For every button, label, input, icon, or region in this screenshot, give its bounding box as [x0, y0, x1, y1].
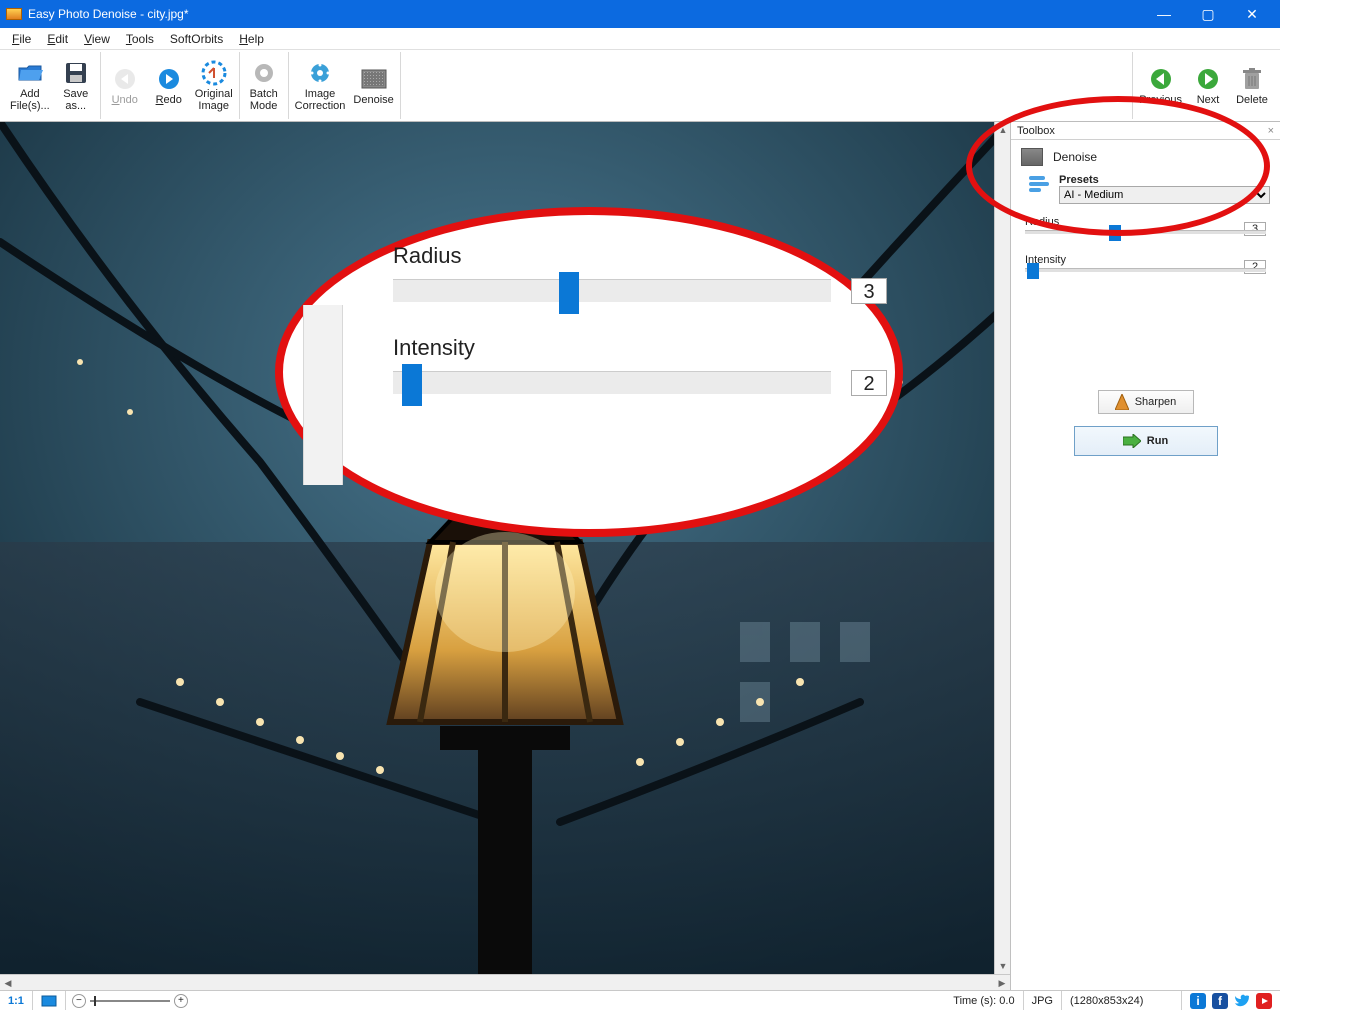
zoom-intensity-slider: 2 [393, 371, 831, 395]
status-format: JPG [1024, 991, 1062, 1010]
menu-file[interactable]: File [4, 30, 39, 48]
app-icon [6, 8, 22, 20]
maximize-button[interactable]: ▢ [1186, 0, 1230, 28]
statusbar: 1:1 − + Time (s): 0.0 JPG (1280x853x24) … [0, 990, 1280, 1010]
scroll-down-icon[interactable]: ▼ [995, 958, 1010, 974]
toolbox-title-bar: Toolbox × [1011, 122, 1280, 140]
main-area: Radius 3 Intensity 2 ▲ ▼ ◀ ▶ Toolbox [0, 122, 1280, 990]
zoom-out-button[interactable]: − [72, 994, 86, 1008]
social-links: i f [1182, 993, 1280, 1009]
sharpen-button[interactable]: Sharpen [1098, 390, 1194, 414]
intensity-slider[interactable] [1025, 268, 1266, 272]
redo-icon [156, 66, 182, 92]
fit-screen-icon [41, 995, 57, 1007]
save-icon [63, 60, 89, 86]
menubar: File Edit View Tools SoftOrbits Help [0, 28, 1280, 50]
fit-screen-button[interactable] [33, 991, 66, 1010]
horizontal-scrollbar[interactable]: ◀ ▶ [0, 974, 1010, 990]
zoom-track[interactable] [90, 1000, 170, 1002]
run-arrow-icon [1123, 434, 1141, 448]
image-correction-button[interactable]: Image Correction [291, 52, 350, 119]
denoise-icon [361, 66, 387, 92]
zoom-radius-label: Radius [393, 243, 831, 269]
sparkle-icon [307, 60, 333, 86]
facebook-icon[interactable]: f [1212, 993, 1228, 1009]
trash-icon [1239, 66, 1265, 92]
arrow-right-icon [1195, 66, 1221, 92]
presets-label: Presets [1059, 174, 1270, 186]
denoise-section-label: Denoise [1053, 150, 1097, 164]
zoom-intensity-label: Intensity [393, 335, 831, 361]
original-image-button[interactable]: Original Image [191, 52, 237, 119]
menu-tools[interactable]: Tools [118, 30, 162, 48]
save-as-button[interactable]: Save as... [54, 52, 98, 119]
twitter-icon[interactable] [1234, 993, 1250, 1009]
undo-button[interactable]: Undo [103, 52, 147, 119]
add-files-button[interactable]: Add File(s)... [6, 52, 54, 119]
toolbox-panel: Toolbox × Denoise Presets AI - Medium Ra… [1010, 122, 1280, 990]
undo-icon [112, 66, 138, 92]
presets-icon [1029, 176, 1051, 194]
toolbox-title: Toolbox [1017, 125, 1055, 137]
delete-button[interactable]: Delete [1230, 52, 1274, 119]
intensity-label: Intensity [1025, 254, 1266, 266]
menu-view[interactable]: View [76, 30, 118, 48]
status-time: Time (s): 0.0 [945, 991, 1023, 1010]
batch-mode-button[interactable]: Batch Mode [242, 52, 286, 119]
denoise-button[interactable]: Denoise [349, 52, 397, 119]
info-icon[interactable]: i [1190, 993, 1206, 1009]
next-button[interactable]: Next [1186, 52, 1230, 119]
zoom-in-button[interactable]: + [174, 994, 188, 1008]
menu-edit[interactable]: Edit [39, 30, 76, 48]
radius-slider[interactable] [1025, 230, 1266, 234]
original-image-icon [201, 60, 227, 86]
window-title: Easy Photo Denoise - city.jpg* [28, 7, 189, 21]
zoom-slider-control[interactable]: − + [66, 994, 194, 1008]
menu-softorbits[interactable]: SoftOrbits [162, 30, 231, 48]
zoom-radius-slider: 3 [393, 279, 831, 303]
titlebar: Easy Photo Denoise - city.jpg* — ▢ ✕ [0, 0, 1280, 28]
minimize-button[interactable]: — [1142, 0, 1186, 28]
gear-icon [251, 60, 277, 86]
close-button[interactable]: ✕ [1230, 0, 1274, 28]
annotation-zoom-bubble: Radius 3 Intensity 2 [275, 207, 903, 537]
presets-select[interactable]: AI - Medium [1059, 186, 1270, 204]
zoom-ratio[interactable]: 1:1 [0, 991, 33, 1010]
folder-open-icon [17, 60, 43, 86]
previous-button[interactable]: Previous [1135, 52, 1186, 119]
status-dimensions: (1280x853x24) [1062, 991, 1182, 1010]
scroll-right-icon[interactable]: ▶ [994, 975, 1010, 990]
denoise-section-icon [1021, 148, 1043, 166]
vertical-scrollbar[interactable]: ▲ ▼ [994, 122, 1010, 974]
scroll-left-icon[interactable]: ◀ [0, 975, 16, 990]
menu-help[interactable]: Help [231, 30, 272, 48]
image-canvas[interactable]: Radius 3 Intensity 2 ▲ ▼ ◀ ▶ [0, 122, 1010, 990]
sharpen-icon [1115, 394, 1129, 410]
redo-button[interactable]: Redo [147, 52, 191, 119]
radius-label: Radius [1025, 216, 1266, 228]
toolbar: Add File(s)... Save as... Undo Redo Or [0, 50, 1280, 122]
arrow-left-icon [1148, 66, 1174, 92]
toolbox-close-icon[interactable]: × [1268, 125, 1274, 137]
youtube-icon[interactable] [1256, 993, 1272, 1009]
run-button[interactable]: Run [1074, 426, 1218, 456]
scroll-up-icon[interactable]: ▲ [995, 122, 1010, 138]
